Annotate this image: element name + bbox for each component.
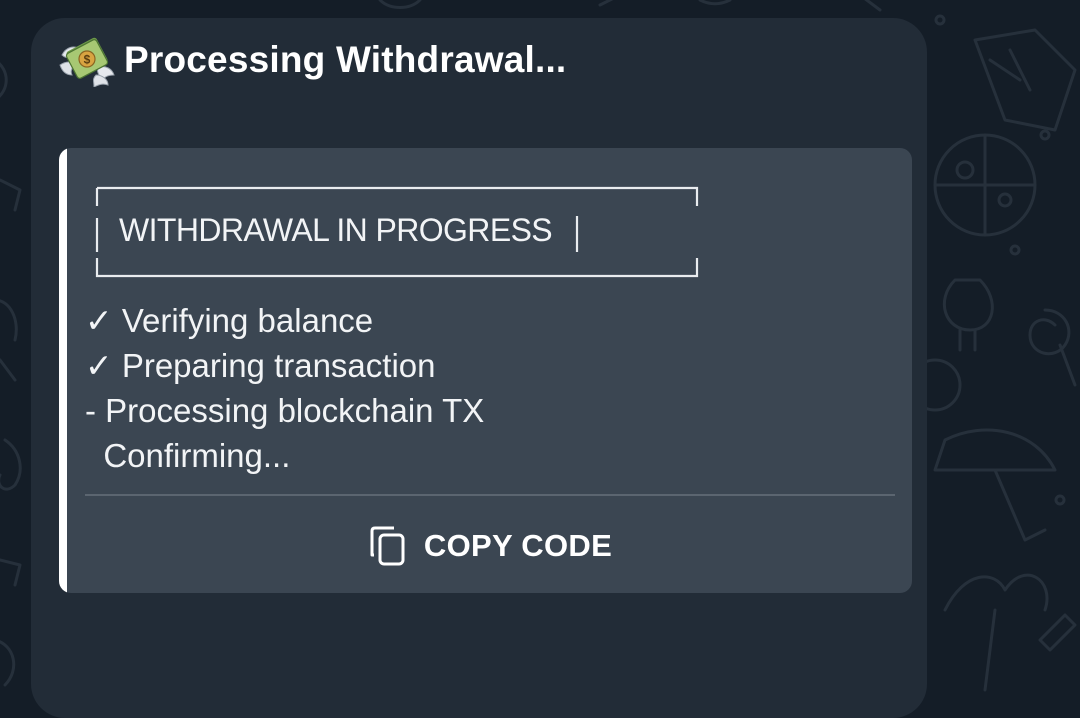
step-confirming: Confirming...: [85, 437, 291, 474]
code-block-divider: [85, 494, 895, 496]
step-processing-blockchain: - Processing blockchain TX: [85, 392, 485, 429]
copy-code-label: COPY CODE: [423, 527, 613, 563]
code-block-accent-bar: [59, 148, 67, 593]
copy-code-button[interactable]: COPY CODE: [85, 498, 895, 593]
code-block: WITHDRAWAL IN PROGRESS ✓ Verifying balan…: [59, 148, 912, 593]
progress-steps: ✓ Verifying balance ✓ Preparing transact…: [85, 298, 484, 478]
message-title: Processing Withdrawal...: [124, 39, 567, 80]
step-preparing-transaction: ✓ Preparing transaction: [85, 347, 436, 384]
flying-money-icon: $: [59, 37, 115, 87]
svg-text:$: $: [84, 53, 91, 67]
withdrawal-status-text: WITHDRAWAL IN PROGRESS: [119, 212, 553, 248]
copy-icon: [370, 526, 405, 565]
message-header: $ Processing Withdrawal...: [58, 30, 566, 90]
step-verifying-balance: ✓ Verifying balance: [85, 302, 374, 339]
